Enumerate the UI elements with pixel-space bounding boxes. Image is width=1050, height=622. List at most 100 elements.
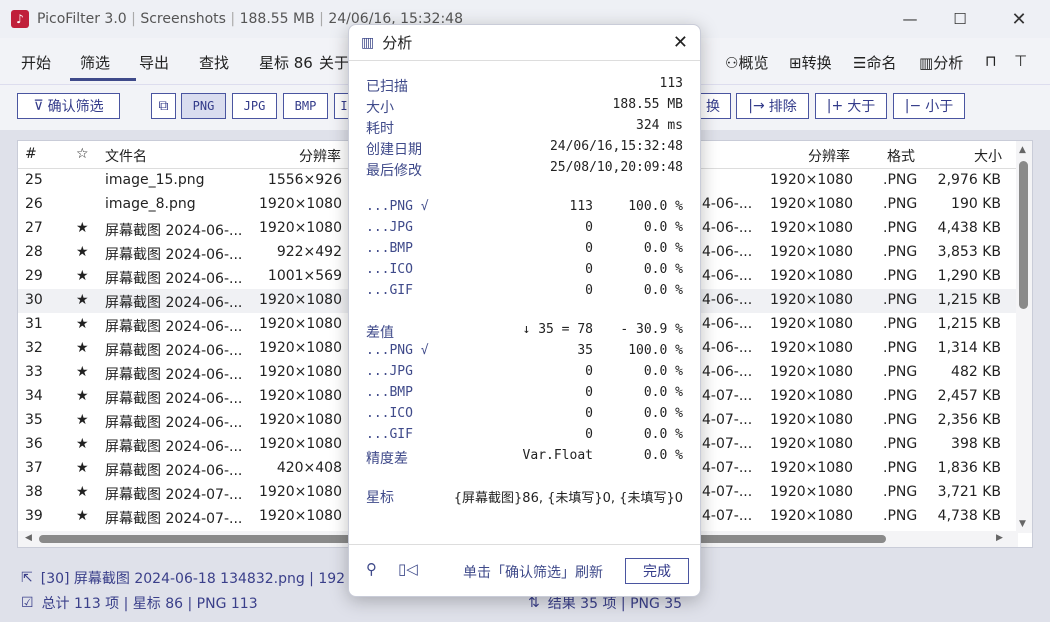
- format-stat-count: 113: [569, 199, 593, 214]
- star-icon: ★: [76, 340, 89, 356]
- scroll-down-icon[interactable]: ▼: [1019, 519, 1026, 529]
- active-tab-underline: [70, 78, 136, 81]
- row-size: 2,356 KB: [937, 412, 1001, 428]
- row-format: .PNG: [883, 436, 918, 452]
- select-toggle-button[interactable]: ⧉: [151, 93, 176, 119]
- close-window-button[interactable]: ✕: [994, 0, 1044, 38]
- row-resolution: 1920×1080: [259, 436, 342, 452]
- format-png-toggle[interactable]: PNG: [181, 93, 226, 119]
- row-size: 4,438 KB: [937, 220, 1001, 236]
- row-resolution-right: 1920×1080: [770, 436, 853, 452]
- refresh-hint: 单击「确认筛选」刷新: [463, 565, 603, 581]
- format-jpg-toggle[interactable]: JPG: [232, 93, 277, 119]
- result-format-stat: ...PNG √ 35 100.0 %: [366, 343, 683, 363]
- format-stat-value: 100.0 %: [628, 199, 683, 214]
- exclude-button[interactable]: |→ 排除: [736, 93, 809, 119]
- less-than-button[interactable]: |− 小于: [893, 93, 965, 119]
- row-index: 39: [25, 508, 43, 524]
- star-icon: ★: [76, 316, 89, 332]
- row-filename-right: 4-07-...: [702, 412, 753, 428]
- diff-line: 差值 ↓ 35 = 78 - 30.9 %: [366, 322, 683, 342]
- col-size[interactable]: 大小: [974, 146, 1002, 166]
- pin-icon[interactable]: ⊤: [1014, 52, 1027, 70]
- row-format: .PNG: [883, 364, 918, 380]
- row-resolution-right: 1920×1080: [770, 268, 853, 284]
- close-dialog-button[interactable]: ✕: [673, 32, 688, 53]
- col-filename[interactable]: 文件名: [105, 146, 147, 166]
- dialog-footer: ⚲ ▯◁ 单击「确认筛选」刷新 完成: [349, 544, 700, 596]
- result-format-stat-count: 35: [577, 343, 593, 358]
- confirm-filter-button[interactable]: ⊽ 确认筛选: [17, 93, 120, 119]
- row-resolution: 1920×1080: [259, 364, 342, 380]
- result-format-stat-label: ...JPG: [366, 364, 413, 379]
- row-filename: 屏幕截图 2024-07-...: [105, 511, 243, 527]
- row-format: .PNG: [883, 196, 918, 212]
- detach-icon[interactable]: ▯◁: [398, 560, 418, 578]
- row-filename: 屏幕截图 2024-07-...: [105, 487, 243, 503]
- vertical-scrollbar[interactable]: ▲ ▼: [1016, 141, 1032, 533]
- vertical-scroll-thumb[interactable]: [1019, 161, 1028, 309]
- row-index: 38: [25, 484, 43, 500]
- col-star[interactable]: ☆: [76, 146, 89, 162]
- row-size: 190 KB: [951, 196, 1001, 212]
- scroll-up-icon[interactable]: ▲: [1019, 145, 1026, 155]
- scroll-left-icon[interactable]: ◀: [25, 533, 32, 543]
- row-format: .PNG: [883, 340, 918, 356]
- row-filename: image_8.png: [105, 196, 196, 212]
- row-size: 2,457 KB: [937, 388, 1001, 404]
- funnel-icon: ⊽: [33, 98, 44, 114]
- info-line-label: 创建日期: [366, 142, 422, 158]
- maximize-button[interactable]: ☐: [935, 0, 985, 38]
- pin-dialog-icon[interactable]: ⚲: [366, 560, 377, 578]
- row-index: 27: [25, 220, 43, 236]
- col-format[interactable]: 格式: [887, 146, 915, 166]
- row-format: .PNG: [883, 460, 918, 476]
- menu-start[interactable]: 开始: [21, 52, 51, 73]
- format-stat-label: ...PNG √: [366, 199, 429, 214]
- row-size: 482 KB: [951, 364, 1001, 380]
- selected-file-status: ⇱ [30] 屏幕截图 2024-06-18 134832.png | 192: [21, 570, 346, 587]
- done-button[interactable]: 完成: [625, 558, 689, 584]
- menu-analyze[interactable]: ▥分析: [919, 52, 963, 73]
- result-format-stat-value: 100.0 %: [628, 343, 683, 358]
- star-icon: ★: [76, 268, 89, 284]
- col-index[interactable]: #: [25, 146, 37, 162]
- row-size: 3,853 KB: [937, 244, 1001, 260]
- exclude-icon: |→: [748, 98, 765, 114]
- info-line: 最后修改 25/08/10,20:09:48: [366, 160, 683, 180]
- menu-overview[interactable]: ⚇概览: [725, 52, 768, 73]
- row-size: 398 KB: [951, 436, 1001, 452]
- row-resolution-right: 1920×1080: [770, 484, 853, 500]
- minimize-button[interactable]: —: [885, 0, 935, 38]
- row-index: 35: [25, 412, 43, 428]
- format-stat-count: 0: [585, 220, 593, 235]
- row-index: 32: [25, 340, 43, 356]
- star-icon: ★: [76, 436, 89, 452]
- app-logo-icon: ♪: [11, 10, 29, 28]
- folder-name: Screenshots: [140, 11, 226, 27]
- greater-than-button[interactable]: |+ 大于: [815, 93, 887, 119]
- menu-about[interactable]: 关于: [319, 52, 349, 73]
- row-resolution: 1001×569: [267, 268, 342, 284]
- menu-find[interactable]: 查找: [199, 52, 229, 73]
- diff-line-label: 差值: [366, 325, 394, 341]
- lock-icon[interactable]: ⊓: [985, 52, 997, 70]
- format-stat-count: 0: [585, 283, 593, 298]
- col-resolution[interactable]: 分辨率: [299, 146, 341, 166]
- star-icon: ★: [76, 484, 89, 500]
- row-filename: 屏幕截图 2024-06-...: [105, 247, 243, 263]
- scroll-right-icon[interactable]: ▶: [996, 533, 1003, 543]
- row-filename: 屏幕截图 2024-06-...: [105, 319, 243, 335]
- menu-star[interactable]: 星标 86: [259, 52, 313, 73]
- col-resolution-right[interactable]: 分辨率: [808, 146, 850, 166]
- format-bmp-toggle[interactable]: BMP: [283, 93, 328, 119]
- precision-line-count: Var.Float: [522, 448, 593, 463]
- menu-rename[interactable]: ☰命名: [853, 52, 896, 73]
- result-format-stat: ...ICO 0 0.0 %: [366, 406, 683, 426]
- menu-export[interactable]: 导出: [139, 52, 169, 73]
- menu-convert[interactable]: ⊞转换: [789, 52, 832, 73]
- star-icon: ★: [76, 220, 89, 236]
- result-format-stat-count: 0: [585, 385, 593, 400]
- info-line-label: 耗时: [366, 121, 394, 137]
- menu-filter[interactable]: 筛选: [80, 52, 110, 73]
